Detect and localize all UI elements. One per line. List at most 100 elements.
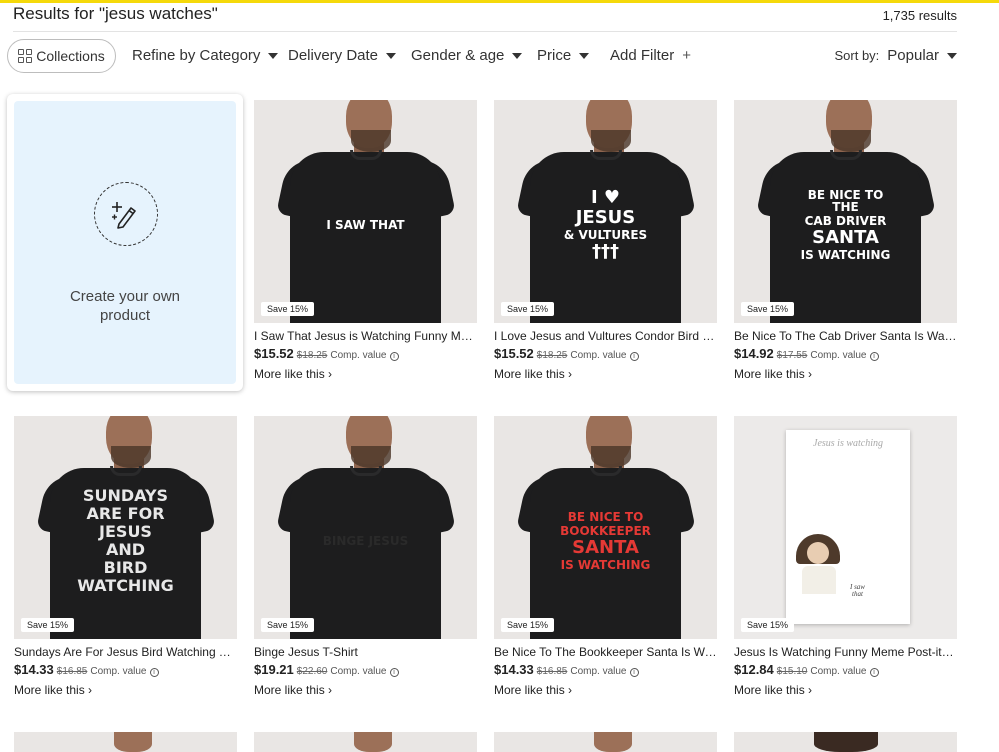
product-card[interactable]: Jesus is watching I saw that Save 15% Je… <box>734 416 957 697</box>
more-like-this-link[interactable]: More like this › <box>734 683 957 697</box>
add-filter-button[interactable]: Add Filter + <box>610 47 691 64</box>
note-caption-line: that <box>852 590 863 598</box>
original-price: $17.55 <box>776 350 808 361</box>
note-caption: I saw that <box>850 584 865 598</box>
product-price: $14.33 <box>494 662 534 677</box>
product-thumbnail-partial[interactable] <box>734 732 957 752</box>
shirt-print-text: I ♥ <box>590 187 621 208</box>
more-like-this-link[interactable]: More like this › <box>494 367 717 381</box>
original-price: $18.25 <box>536 350 568 361</box>
more-like-this-link[interactable]: More like this › <box>254 367 477 381</box>
product-thumbnail-partial[interactable] <box>494 732 717 752</box>
product-price: $15.52 <box>494 346 534 361</box>
product-title[interactable]: I Saw That Jesus is Watching Funny Meme … <box>254 329 477 343</box>
product-image[interactable]: Jesus is watching I saw that Save 15% <box>734 416 957 639</box>
product-card[interactable]: BE NICE TO BOOKKEEPER SANTA IS WATCHING Sav… <box>494 416 717 697</box>
shirt-print-text: I SAW THAT <box>326 218 405 232</box>
filter-refine-category[interactable]: Refine by Category <box>132 47 279 64</box>
caret-down-icon <box>268 52 279 59</box>
shirt-print-text: BOOKKEEPER <box>560 524 651 538</box>
jesus-robe <box>802 566 836 594</box>
shirt-collar <box>350 466 382 476</box>
product-image[interactable]: BE NICE TO BOOKKEEPER SANTA IS WATCHING Sav… <box>494 416 717 639</box>
chevron-right-icon: › <box>328 367 333 381</box>
product-image[interactable]: SUNDAYS ARE FOR JESUS AND BIRD WATCHING Save … <box>14 416 237 639</box>
info-icon[interactable]: i <box>869 668 879 677</box>
product-thumbnail-partial[interactable] <box>14 732 237 752</box>
create-label: Create your own product <box>14 287 236 325</box>
info-icon[interactable]: i <box>629 352 639 361</box>
chevron-right-icon: › <box>88 683 93 697</box>
shirt-print: I SAW THAT <box>315 180 416 270</box>
shirt-print: BE NICE TO BOOKKEEPER SANTA IS WATCHING <box>555 496 656 586</box>
save-badge: Save 15% <box>741 302 795 316</box>
product-card[interactable]: BE NICE TO THE CAB DRIVER SANTA IS WATCHING… <box>734 100 957 381</box>
filter-delivery-date[interactable]: Delivery Date <box>288 47 397 64</box>
product-image[interactable]: BINGE JESUS Save 15% <box>254 416 477 639</box>
info-icon[interactable]: i <box>389 668 399 677</box>
price-row: $14.33 $16.85 Comp. value i <box>14 662 237 677</box>
caret-down-icon <box>512 52 523 59</box>
price-row: $12.84 $15.10 Comp. value i <box>734 662 957 677</box>
product-thumbnail-partial[interactable] <box>254 732 477 752</box>
product-image[interactable]: BE NICE TO THE CAB DRIVER SANTA IS WATCHING… <box>734 100 957 323</box>
model-head <box>354 732 392 752</box>
product-title[interactable]: Be Nice To The Cab Driver Santa Is Watch… <box>734 329 957 343</box>
sort-dropdown[interactable]: Sort by: Popular <box>834 47 957 64</box>
save-badge: Save 15% <box>21 618 75 632</box>
info-icon[interactable]: i <box>869 352 879 361</box>
create-your-own-card[interactable]: Create your own product <box>7 94 243 391</box>
product-price: $14.92 <box>734 346 774 361</box>
chevron-right-icon: › <box>328 683 333 697</box>
price-row: $19.21 $22.60 Comp. value i <box>254 662 477 677</box>
product-card[interactable]: I ♥ JESUS & VULTURES ††† Save 15% I Love Je… <box>494 100 717 381</box>
price-row: $14.33 $16.85 Comp. value i <box>494 662 717 677</box>
shirt-print-text: JESUS <box>575 207 636 228</box>
product-image[interactable]: I ♥ JESUS & VULTURES ††† Save 15% <box>494 100 717 323</box>
sort-label: Sort by: <box>834 48 880 63</box>
shirt-print-text: CAB DRIVER <box>804 214 887 228</box>
filter-price[interactable]: Price <box>537 47 590 64</box>
results-title: Results for "jesus watches" <box>13 4 218 23</box>
more-like-this-link[interactable]: More like this › <box>254 683 477 697</box>
shirt-print: BE NICE TO THE CAB DRIVER SANTA IS WATCHING <box>795 180 896 270</box>
shirt-collar <box>350 150 382 160</box>
product-image[interactable]: I SAW THAT Save 15% <box>254 100 477 323</box>
shirt-print: I ♥ JESUS & VULTURES ††† <box>555 180 656 270</box>
shirt-print-text: JESUS <box>99 522 152 541</box>
shirt-print-text: ††† <box>592 241 619 262</box>
product-price: $14.33 <box>14 662 54 677</box>
collections-grid-icon <box>18 49 33 63</box>
shirt-print-text: ARE FOR <box>86 504 165 523</box>
shirt-print: BINGE JESUS <box>315 496 416 586</box>
product-card[interactable]: I SAW THAT Save 15% I Saw That Jesus is … <box>254 100 477 381</box>
info-icon[interactable]: i <box>149 668 159 677</box>
info-icon[interactable]: i <box>389 352 399 361</box>
shirt-print-text: SANTA <box>572 537 639 558</box>
product-title[interactable]: Sundays Are For Jesus Bird Watching T-Sh… <box>14 645 237 659</box>
filter-gender-age[interactable]: Gender & age <box>411 47 523 64</box>
collections-button[interactable]: Collections <box>7 39 116 73</box>
product-card[interactable]: SUNDAYS ARE FOR JESUS AND BIRD WATCHING Save … <box>14 416 237 697</box>
info-icon[interactable]: i <box>629 668 639 677</box>
product-title[interactable]: Be Nice To The Bookkeeper Santa Is Watch… <box>494 645 717 659</box>
original-price: $15.10 <box>776 666 808 677</box>
more-like-this-link[interactable]: More like this › <box>734 367 957 381</box>
caret-down-icon <box>386 52 397 59</box>
product-title[interactable]: Binge Jesus T-Shirt <box>254 645 477 659</box>
product-title[interactable]: I Love Jesus and Vultures Condor Bird Wa… <box>494 329 717 343</box>
shirt-print-text: IS WATCHING <box>800 248 891 262</box>
more-like-this-link[interactable]: More like this › <box>494 683 717 697</box>
model-beard <box>351 446 391 468</box>
filter-label: Gender & age <box>411 47 505 64</box>
sort-value: Popular <box>887 47 939 64</box>
product-title[interactable]: Jesus Is Watching Funny Meme Post-it® No… <box>734 645 957 659</box>
product-card[interactable]: BINGE JESUS Save 15% Binge Jesus T-Shirt… <box>254 416 477 697</box>
shirt-print-text: BE NICE TO <box>567 510 644 524</box>
comp-value-label: Comp. value <box>330 666 387 677</box>
model-head <box>814 732 878 752</box>
shirt-print-text: WATCHING <box>77 576 174 595</box>
shirt-print-text: AND <box>105 540 146 559</box>
model-head <box>594 732 632 752</box>
more-like-this-link[interactable]: More like this › <box>14 683 237 697</box>
